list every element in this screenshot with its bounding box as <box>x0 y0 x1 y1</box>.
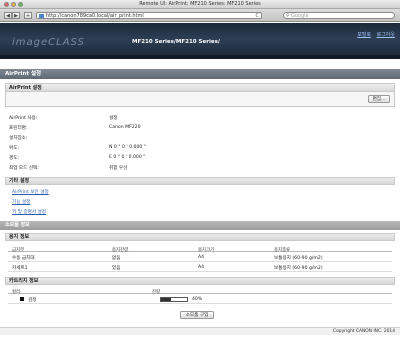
footer-copyright: Copyright CANON INC. 2014 <box>0 327 400 335</box>
link-function-settings[interactable]: 기능 설정 <box>12 199 30 205</box>
field-label: 경도: <box>9 156 20 161</box>
url-text: http://canon789ca0.local/air_print.html <box>46 13 144 19</box>
toner-level-fill <box>161 298 172 301</box>
field-label: AirPrint 사용: <box>9 116 38 121</box>
field-label: 프린터명: <box>9 126 28 131</box>
back-button[interactable]: ◀ <box>4 12 12 19</box>
model-name: MF210 Series/MF210 Series/ <box>132 39 220 45</box>
panel-actions: 편집... <box>6 92 394 106</box>
header-links: 포털로 로그아웃 <box>353 31 395 38</box>
cell-level: 없음 <box>112 255 121 261</box>
table-row: 카세트1 있음 A4 보통용지 (60-90 g/m2) <box>8 263 392 272</box>
table-row: 검정 40% <box>8 295 392 304</box>
col-source: 급지부 <box>12 247 25 253</box>
cell-source: 수동 급지대 <box>12 255 35 261</box>
window-titlebar: Remote UI: AirPrint: MF210 Series: MF210… <box>0 0 400 9</box>
search-placeholder: Google <box>291 13 309 19</box>
add-bookmark-button[interactable]: + <box>24 12 32 19</box>
header-subbar <box>0 55 400 59</box>
window-controls <box>4 2 23 7</box>
other-settings-heading: 기타 설정 <box>5 177 395 185</box>
consumables-heading: 소모품 정보 <box>0 221 400 230</box>
search-icon: ⚲ <box>286 13 290 19</box>
cell-color: 검정 <box>28 297 37 303</box>
cell-type: 보통용지 (60-90 g/m2) <box>274 255 323 261</box>
col-size: 용지크기 <box>198 247 215 253</box>
paper-info-heading: 용지 정보 <box>5 233 395 241</box>
close-icon[interactable] <box>4 2 9 7</box>
forward-button[interactable]: ▶ <box>12 12 20 19</box>
airprint-settings-panel: AirPrint 설정 편집... <box>5 83 395 107</box>
col-remaining: 잔량 <box>152 289 161 295</box>
field-value: 설정 <box>109 116 118 121</box>
field-value: 취합 우선 <box>109 166 128 171</box>
zoom-icon[interactable] <box>18 2 23 7</box>
logout-link[interactable]: 로그아웃 <box>377 32 395 38</box>
cell-level: 있음 <box>112 265 121 271</box>
cell-type: 보통용지 (60-90 g/m2) <box>274 265 323 271</box>
field-label: 위도: <box>9 146 20 151</box>
link-key-certificate[interactable]: 키 및 증명서 설정 <box>12 209 46 215</box>
reload-icon[interactable]: C <box>256 13 260 19</box>
panel-heading: AirPrint 설정 <box>6 84 394 92</box>
field-value: N 0 ° 0 ' 0.000 " <box>109 145 146 150</box>
product-logo: imageCLASS <box>12 37 85 48</box>
col-type: 용지종류 <box>274 247 291 253</box>
link-airprint-security[interactable]: AirPrint 보안 설정 <box>12 189 49 195</box>
table-row: 수동 급지대 없음 A4 보통용지 (60-90 g/m2) <box>8 253 392 262</box>
paper-table-header: 급지부 용지잔량 용지크기 용지종류 <box>8 245 392 253</box>
minimize-icon[interactable] <box>11 2 16 7</box>
black-swatch <box>20 297 24 301</box>
cartridge-table-header: 컬러 잔량 <box>8 287 392 295</box>
field-label: 최업 모드 선택: <box>9 166 39 171</box>
cell-size: A4 <box>198 254 205 260</box>
field-label: 설치장소: <box>9 136 28 141</box>
page-content: imageCLASS MF210 Series/MF210 Series/ 포털… <box>0 23 400 337</box>
cell-size: A4 <box>198 264 205 270</box>
order-supplies-button[interactable]: 소모품 구입 <box>180 311 214 319</box>
field-value: E 0 ° 0 ' 0.000 " <box>109 155 146 160</box>
browser-toolbar: ◀ ▶ + http://canon789ca0.local/air_print… <box>0 9 400 22</box>
cartridge-info-heading: 카트리지 정보 <box>5 277 395 285</box>
field-value: Canon MF220 <box>109 125 141 130</box>
search-input[interactable]: ⚲ Google <box>283 12 395 19</box>
portal-link[interactable]: 포털로 <box>357 32 371 38</box>
header-banner: imageCLASS MF210 Series/MF210 Series/ 포털… <box>0 23 400 59</box>
toner-level-bar <box>160 297 188 302</box>
toner-level-text: 40% <box>192 296 203 302</box>
edit-button[interactable]: 편집... <box>368 95 390 103</box>
favicon-icon <box>39 14 44 18</box>
col-color: 컬러 <box>12 289 21 295</box>
cell-source: 카세트1 <box>12 265 28 271</box>
col-level: 용지잔량 <box>112 247 129 253</box>
window-title: Remote UI: AirPrint: MF210 Series: MF210… <box>139 1 261 7</box>
page-title: AirPrint 설정 <box>0 69 400 79</box>
address-bar[interactable]: http://canon789ca0.local/air_print.html … <box>36 12 262 19</box>
